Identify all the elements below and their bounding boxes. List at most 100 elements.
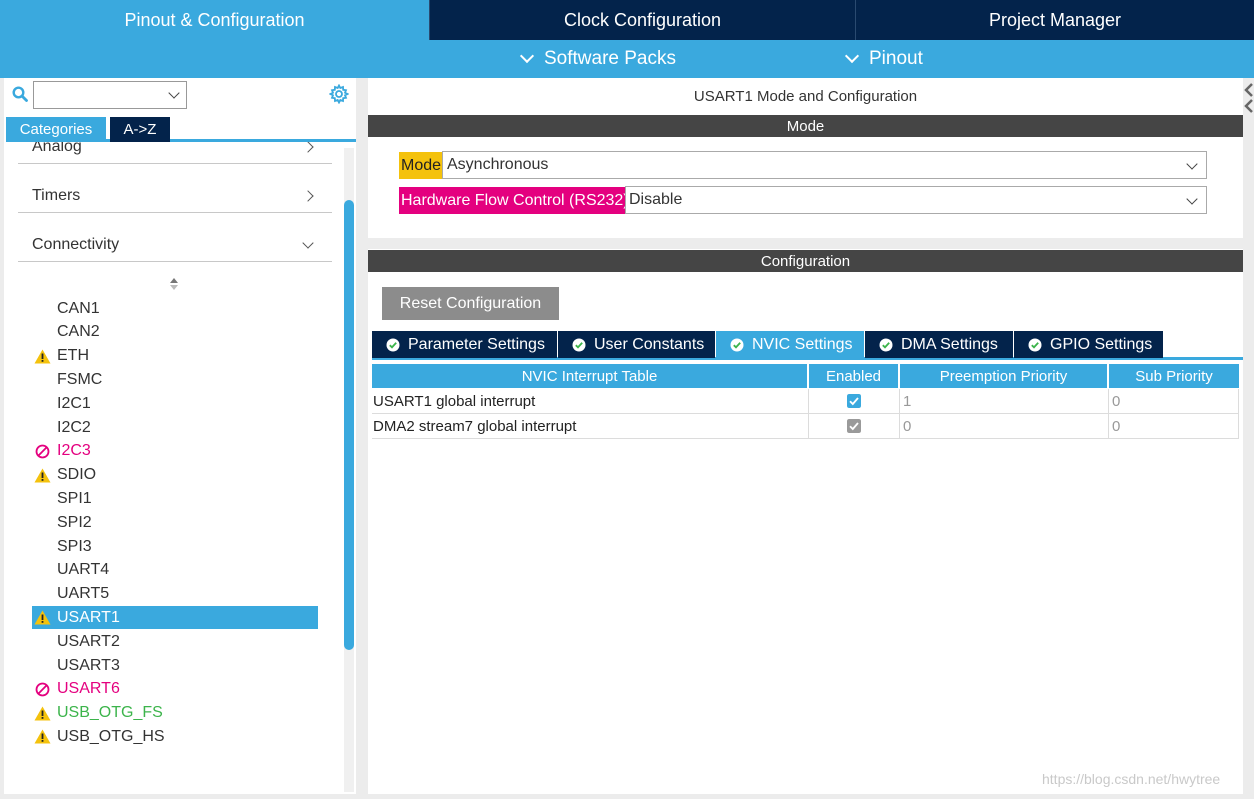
column-header[interactable]: Enabled — [809, 364, 900, 388]
blocked-icon — [35, 682, 50, 697]
peripheral-item-spi3[interactable]: SPI3 — [32, 535, 318, 558]
configuration-section-header: Configuration — [368, 250, 1243, 272]
peripheral-item-fsmc[interactable]: FSMC — [32, 368, 318, 391]
table-header-row: NVIC Interrupt Table Enabled Preemption … — [372, 364, 1239, 389]
chevron-down-icon — [1186, 158, 1198, 170]
chevron-down-icon — [519, 48, 535, 64]
interrupt-name: USART1 global interrupt — [372, 389, 809, 413]
check-circle-icon — [1028, 338, 1042, 351]
tab-label: User Constants — [594, 335, 705, 353]
peripheral-item-uart4[interactable]: UART4 — [32, 559, 318, 582]
gear-icon[interactable] — [329, 84, 349, 104]
enabled-cell[interactable] — [809, 389, 900, 413]
peripheral-label: SDIO — [57, 466, 97, 484]
peripheral-item-i2c3[interactable]: I2C3 — [32, 440, 318, 463]
peripheral-tree-panel: Categories A->Z Analog Timers Connectivi… — [4, 78, 356, 794]
category-analog[interactable]: Analog — [18, 142, 332, 164]
sub-priority[interactable]: 0 — [1109, 389, 1239, 413]
peripheral-item-sdio[interactable]: SDIO — [32, 464, 318, 487]
peripheral-item-spi2[interactable]: SPI2 — [32, 511, 318, 534]
software-packs-label: Software Packs — [544, 48, 676, 69]
tab-dma-settings[interactable]: DMA Settings — [865, 331, 1013, 358]
sub-priority[interactable]: 0 — [1109, 414, 1239, 438]
peripheral-item-usb_otg_hs[interactable]: USB_OTG_HS — [32, 725, 318, 748]
peripheral-label: SPI2 — [57, 513, 92, 531]
category-label: Timers — [32, 186, 81, 204]
peripheral-item-i2c2[interactable]: I2C2 — [32, 416, 318, 439]
peripheral-label: USB_OTG_HS — [57, 727, 165, 745]
tab-pinout-configuration[interactable]: Pinout & Configuration — [0, 0, 430, 40]
warning-icon — [34, 729, 51, 744]
tab-categories[interactable]: Categories — [6, 117, 106, 142]
column-header[interactable]: Sub Priority — [1109, 364, 1239, 388]
reset-configuration-button[interactable]: Reset Configuration — [382, 287, 559, 320]
peripheral-item-can1[interactable]: CAN1 — [32, 297, 318, 320]
collapse-arrow-icon[interactable] — [1243, 80, 1254, 120]
peripheral-item-usart2[interactable]: USART2 — [32, 630, 318, 653]
peripheral-item-usart1[interactable]: USART1 — [32, 606, 318, 630]
tab-a-to-z[interactable]: A->Z — [110, 117, 170, 142]
panel-title: USART1 Mode and Configuration — [693, 88, 918, 105]
peripheral-label: CAN2 — [57, 323, 100, 341]
warning-icon — [34, 706, 51, 721]
mode-section-header: Mode — [368, 115, 1243, 137]
right-edge-strip — [1243, 78, 1254, 794]
hw-flow-control-select[interactable]: Disable — [625, 186, 1207, 214]
peripheral-label: SPI1 — [57, 489, 92, 507]
tab-clock-configuration[interactable]: Clock Configuration — [430, 0, 856, 40]
peripheral-item-eth[interactable]: ETH — [32, 345, 318, 368]
chevron-down-icon — [844, 48, 860, 64]
tab-parameter-settings[interactable]: Parameter Settings — [372, 331, 557, 358]
pinout-menu[interactable]: Pinout — [844, 40, 923, 78]
mode-label: Mode — [399, 152, 444, 179]
peripheral-label: ETH — [57, 347, 89, 365]
warning-icon — [34, 468, 51, 483]
mode-select[interactable]: Asynchronous — [442, 151, 1207, 179]
check-circle-icon — [879, 338, 893, 351]
peripheral-item-spi1[interactable]: SPI1 — [32, 487, 318, 510]
view-mode-tabs: Categories A->Z — [6, 117, 356, 142]
peripheral-item-usart6[interactable]: USART6 — [32, 678, 318, 701]
mode-panel: USART1 Mode and Configuration Mode Mode … — [368, 78, 1243, 238]
tab-project-manager[interactable]: Project Manager — [856, 0, 1254, 40]
hw-flow-control-value: Disable — [629, 191, 683, 208]
column-header[interactable]: Preemption Priority — [900, 364, 1109, 388]
search-icon[interactable] — [12, 86, 28, 102]
blocked-icon — [35, 444, 50, 459]
peripheral-item-uart5[interactable]: UART5 — [32, 583, 318, 606]
category-connectivity[interactable]: Connectivity — [18, 228, 332, 262]
tab-user-constants[interactable]: User Constants — [558, 331, 715, 358]
peripheral-label: CAN1 — [57, 299, 100, 317]
pinout-label: Pinout — [869, 48, 923, 69]
category-timers[interactable]: Timers — [18, 179, 332, 213]
checkbox-checked-icon[interactable] — [847, 394, 861, 408]
peripheral-item-i2c1[interactable]: I2C1 — [32, 392, 318, 415]
table-row[interactable]: DMA2 stream7 global interrupt 0 0 — [372, 414, 1239, 439]
hw-flow-control-label: Hardware Flow Control (RS232) — [399, 187, 631, 214]
watermark-text: https://blog.csdn.net/hwytree — [1042, 771, 1221, 787]
column-header[interactable]: NVIC Interrupt Table — [372, 364, 809, 388]
peripheral-label: USART6 — [57, 680, 120, 698]
tree-scrollbar-thumb[interactable] — [344, 200, 354, 650]
peripheral-label: USART2 — [57, 632, 120, 650]
preemption-priority[interactable]: 0 — [900, 414, 1109, 438]
tab-label: NVIC Settings — [752, 335, 853, 353]
enabled-cell[interactable] — [809, 414, 900, 438]
warning-icon — [34, 349, 51, 364]
peripheral-item-usart3[interactable]: USART3 — [32, 654, 318, 677]
tab-gpio-settings[interactable]: GPIO Settings — [1014, 331, 1163, 358]
sort-icon[interactable] — [169, 277, 179, 291]
preemption-priority[interactable]: 1 — [900, 389, 1109, 413]
peripheral-item-can2[interactable]: CAN2 — [32, 321, 318, 344]
tab-nvic-settings[interactable]: NVIC Settings — [716, 331, 864, 358]
peripheral-label: UART5 — [57, 585, 110, 603]
search-combobox[interactable] — [33, 81, 187, 109]
check-circle-icon — [572, 338, 586, 351]
peripheral-label: FSMC — [57, 370, 103, 388]
chevron-right-icon — [302, 189, 314, 202]
table-row[interactable]: USART1 global interrupt 1 0 — [372, 389, 1239, 414]
peripheral-label: USB_OTG_FS — [57, 704, 163, 722]
software-packs-menu[interactable]: Software Packs — [519, 40, 676, 78]
peripheral-item-usb_otg_fs[interactable]: USB_OTG_FS — [32, 702, 318, 725]
sub-menu-bar: Software Packs Pinout — [0, 40, 1254, 78]
